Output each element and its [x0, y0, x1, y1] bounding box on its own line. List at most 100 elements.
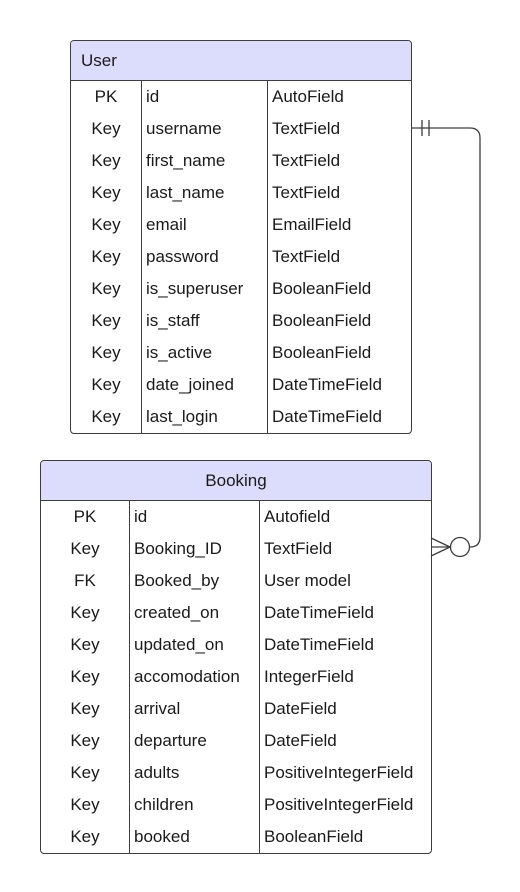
- user-key-cell: Key: [91, 119, 121, 138]
- user-key-cell: Key: [91, 183, 121, 202]
- booking-key-cell: Key: [70, 635, 100, 654]
- booking-field-cell: created_on: [134, 603, 220, 622]
- user-type-cell: TextField: [272, 183, 341, 202]
- booking-row: Key adults PositiveIntegerField: [41, 757, 431, 789]
- zero-circle: [449, 536, 471, 558]
- booking-key-cell: Key: [70, 667, 100, 686]
- booking-type-cell: DateTimeField: [264, 635, 374, 654]
- booking-entity: Booking PK id Autofield Key Booking_ID TextFi…: [40, 460, 432, 854]
- user-field-cell: last_name: [146, 183, 225, 202]
- booking-row: Key children PositiveIntegerField: [41, 789, 431, 821]
- booking-field-cell: accomodation: [134, 667, 240, 686]
- user-row: Key date_joined DateTimeField: [71, 369, 411, 401]
- user-row: Key is_superuser BooleanField: [71, 273, 411, 305]
- user-field-cell: id: [146, 87, 160, 106]
- booking-type-cell: IntegerField: [264, 667, 354, 686]
- user-field-cell: date_joined: [146, 375, 234, 394]
- user-entity-title: User: [81, 50, 117, 70]
- booking-key-cell: Key: [70, 795, 100, 814]
- booking-row: Key departure DateField: [41, 725, 431, 757]
- booking-field-cell: children: [134, 795, 194, 814]
- user-type-cell: DateTimeField: [272, 375, 382, 394]
- booking-type-cell: DateTimeField: [264, 603, 374, 622]
- booking-row: Key accomodation IntegerField: [41, 661, 431, 693]
- user-type-cell: DateTimeField: [272, 407, 382, 426]
- user-row: Key email EmailField: [71, 209, 411, 241]
- booking-row: Key created_on DateTimeField: [41, 597, 431, 629]
- booking-type-cell: TextField: [264, 539, 333, 558]
- booking-key-cell: Key: [70, 731, 100, 750]
- user-row: Key password TextField: [71, 241, 411, 273]
- booking-entity-rows: PK id Autofield Key Booking_ID TextField FK Boo…: [41, 501, 431, 853]
- booking-type-cell: DateField: [264, 731, 337, 750]
- user-type-cell: TextField: [272, 119, 341, 138]
- booking-field-cell: Booking_ID: [134, 539, 222, 558]
- booking-field-cell: updated_on: [134, 635, 224, 654]
- user-type-cell: EmailField: [272, 215, 352, 234]
- user-type-cell: TextField: [272, 247, 341, 266]
- user-field-cell: username: [146, 119, 222, 138]
- user-field-cell: is_active: [146, 343, 213, 362]
- booking-key-cell: Key: [70, 539, 100, 558]
- booking-field-cell: adults: [134, 763, 180, 782]
- booking-key-cell: FK: [74, 571, 96, 590]
- user-col-divider-2: [267, 81, 268, 433]
- crowfoot-upper: [430, 537, 451, 548]
- booking-col-divider-1: [129, 501, 130, 853]
- booking-row: Key arrival DateField: [41, 693, 431, 725]
- booking-row: Key booked BooleanField: [41, 821, 431, 853]
- booking-row: FK Booked_by User model: [41, 565, 431, 597]
- user-row: Key first_name TextField: [71, 145, 411, 177]
- user-key-cell: Key: [91, 279, 121, 298]
- user-entity-header: User: [71, 41, 411, 81]
- user-entity-rows: PK id AutoField Key username TextField Key firs…: [71, 81, 411, 433]
- booking-key-cell: Key: [70, 763, 100, 782]
- user-key-cell: Key: [91, 151, 121, 170]
- booking-col-divider-2: [259, 501, 260, 853]
- booking-row: PK id Autofield: [41, 501, 431, 533]
- user-type-cell: BooleanField: [272, 311, 372, 330]
- user-row: Key is_staff BooleanField: [71, 305, 411, 337]
- user-row: Key last_login DateTimeField: [71, 401, 411, 433]
- user-key-cell: Key: [91, 407, 121, 426]
- booking-field-cell: Booked_by: [134, 571, 220, 590]
- booking-key-cell: Key: [70, 699, 100, 718]
- user-row: PK id AutoField: [71, 81, 411, 113]
- booking-row: Key updated_on DateTimeField: [41, 629, 431, 661]
- user-field-cell: is_staff: [146, 311, 200, 330]
- user-key-cell: PK: [94, 87, 118, 106]
- user-type-cell: BooleanField: [272, 343, 372, 362]
- user-key-cell: Key: [91, 215, 121, 234]
- booking-field-cell: arrival: [134, 699, 181, 718]
- booking-entity-title: Booking: [205, 470, 267, 490]
- user-field-cell: first_name: [146, 151, 226, 170]
- booking-key-cell: Key: [70, 603, 100, 622]
- booking-row: Key Booking_ID TextField: [41, 533, 431, 565]
- booking-type-cell: Autofield: [264, 507, 331, 526]
- booking-field-cell: id: [134, 507, 148, 526]
- user-field-cell: last_login: [146, 407, 218, 426]
- user-field-cell: is_superuser: [146, 279, 244, 298]
- user-type-cell: AutoField: [272, 87, 344, 106]
- user-row: Key is_active BooleanField: [71, 337, 411, 369]
- booking-field-cell: booked: [134, 827, 190, 846]
- user-entity: User PK id AutoField Key username TextField Ke…: [70, 40, 412, 434]
- user-field-cell: password: [146, 247, 219, 266]
- user-key-cell: Key: [91, 375, 121, 394]
- booking-key-cell: PK: [73, 507, 97, 526]
- user-key-cell: Key: [91, 343, 121, 362]
- user-row: Key username TextField: [71, 113, 411, 145]
- crowfoot-lower: [430, 546, 451, 557]
- booking-type-cell: BooleanField: [264, 827, 364, 846]
- booking-type-cell: DateField: [264, 699, 337, 718]
- user-row: Key last_name TextField: [71, 177, 411, 209]
- user-col-divider-1: [141, 81, 142, 433]
- user-type-cell: TextField: [272, 151, 341, 170]
- user-key-cell: Key: [91, 247, 121, 266]
- user-key-cell: Key: [91, 311, 121, 330]
- booking-type-cell: PositiveIntegerField: [264, 763, 414, 782]
- booking-entity-header: Booking: [41, 461, 431, 501]
- booking-key-cell: Key: [70, 827, 100, 846]
- user-field-cell: email: [146, 215, 187, 234]
- booking-type-cell: PositiveIntegerField: [264, 795, 414, 814]
